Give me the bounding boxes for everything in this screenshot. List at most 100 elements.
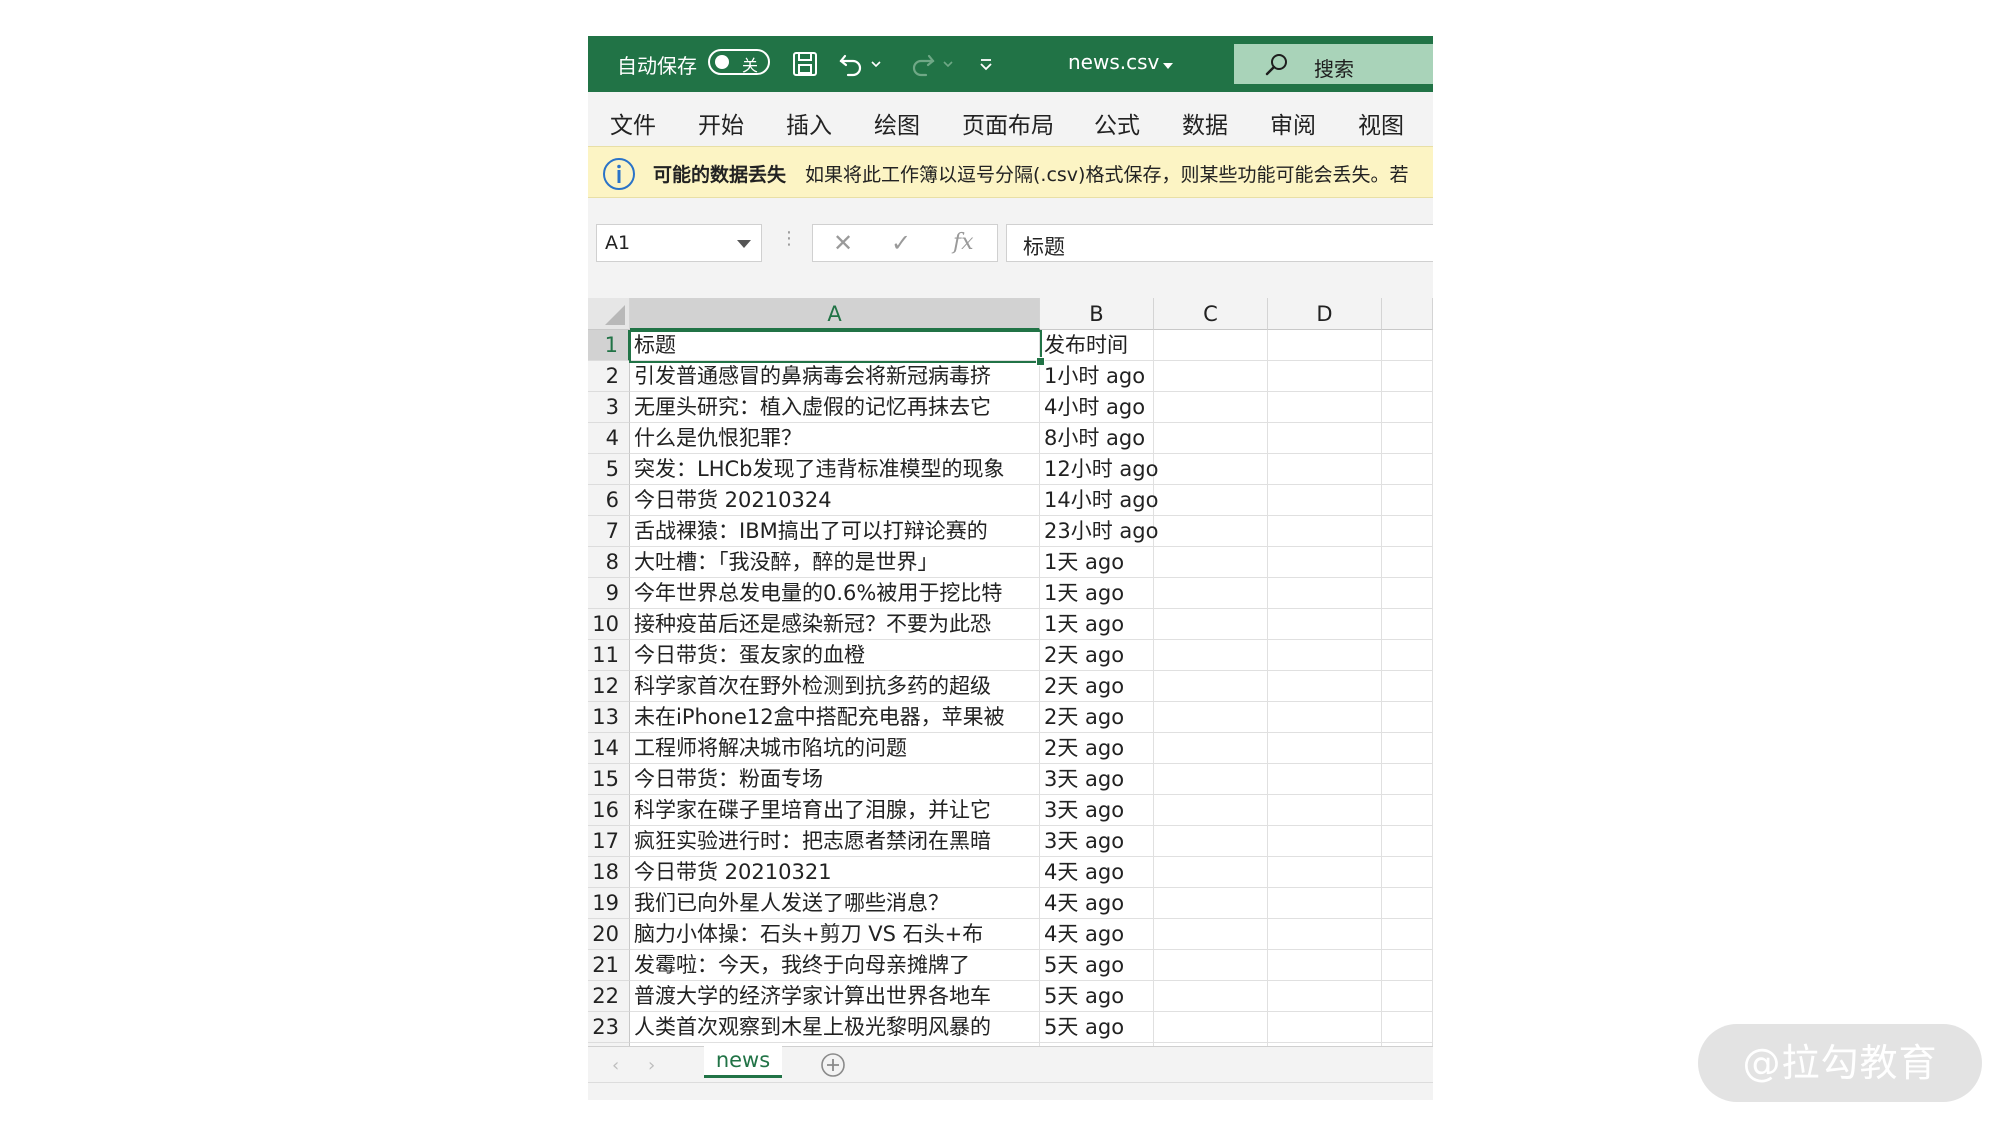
cell-title[interactable]: 今日带货：粉面专场 — [630, 764, 1040, 795]
cell-title[interactable]: 大吐槽：「我没醉，醉的是世界」 — [630, 547, 1040, 578]
row-header[interactable]: 19 — [588, 888, 630, 919]
row-header[interactable]: 16 — [588, 795, 630, 826]
empty-cell[interactable] — [1154, 702, 1268, 733]
cell-publish-time[interactable]: 8小时 ago — [1040, 423, 1154, 454]
redo-icon[interactable] — [906, 46, 940, 82]
cell-title[interactable]: 人类首次观察到木星上极光黎明风暴的 — [630, 1012, 1040, 1043]
empty-cell[interactable] — [1268, 609, 1382, 640]
empty-cell[interactable] — [1268, 330, 1382, 361]
cell-publish-time[interactable]: 4天 ago — [1040, 857, 1154, 888]
cell-title[interactable]: 今日带货 20210321 — [630, 857, 1040, 888]
cell-publish-time[interactable]: 4小时 ago — [1040, 392, 1154, 423]
undo-icon[interactable] — [834, 46, 868, 82]
next-sheet-icon[interactable]: › — [648, 1055, 655, 1076]
column-header-a[interactable]: A — [630, 298, 1040, 330]
row-header[interactable]: 9 — [588, 578, 630, 609]
empty-cell[interactable] — [1382, 330, 1433, 361]
empty-cell[interactable] — [1268, 764, 1382, 795]
empty-cell[interactable] — [1154, 733, 1268, 764]
empty-cell[interactable] — [1268, 578, 1382, 609]
cell-publish-time[interactable]: 5天 ago — [1040, 1043, 1154, 1046]
row-header[interactable]: 21 — [588, 950, 630, 981]
empty-cell[interactable] — [1382, 423, 1433, 454]
empty-cell[interactable] — [1382, 795, 1433, 826]
row-header[interactable]: 4 — [588, 423, 630, 454]
tab-formulas[interactable]: 公式 — [1094, 106, 1140, 140]
row-header[interactable]: 13 — [588, 702, 630, 733]
empty-cell[interactable] — [1382, 702, 1433, 733]
row-header[interactable]: 23 — [588, 1012, 630, 1043]
tab-home[interactable]: 开始 — [698, 106, 744, 140]
add-sheet-icon[interactable] — [820, 1052, 846, 1082]
row-header[interactable]: 11 — [588, 640, 630, 671]
empty-cell[interactable] — [1154, 547, 1268, 578]
row-header[interactable]: 14 — [588, 733, 630, 764]
column-header-b[interactable]: B — [1040, 298, 1154, 330]
empty-cell[interactable] — [1382, 919, 1433, 950]
cell-title[interactable]: 普渡大学的经济学家计算出世界各地车 — [630, 981, 1040, 1012]
row-header[interactable]: 3 — [588, 392, 630, 423]
cell-publish-time[interactable]: 2天 ago — [1040, 640, 1154, 671]
empty-cell[interactable] — [1268, 392, 1382, 423]
tab-draw[interactable]: 绘图 — [874, 106, 920, 140]
empty-cell[interactable] — [1382, 547, 1433, 578]
empty-cell[interactable] — [1154, 764, 1268, 795]
empty-cell[interactable] — [1154, 888, 1268, 919]
enter-icon[interactable]: ✓ — [891, 229, 911, 257]
empty-cell[interactable] — [1154, 857, 1268, 888]
cancel-icon[interactable]: ✕ — [833, 229, 853, 257]
row-header[interactable]: 22 — [588, 981, 630, 1012]
empty-cell[interactable] — [1382, 764, 1433, 795]
empty-cell[interactable] — [1154, 795, 1268, 826]
empty-cell[interactable] — [1268, 485, 1382, 516]
row-header[interactable]: 6 — [588, 485, 630, 516]
cell-publish-time[interactable]: 14小时 ago — [1040, 485, 1158, 516]
column-header-d[interactable]: D — [1268, 298, 1382, 330]
empty-cell[interactable] — [1154, 981, 1268, 1012]
cell-title[interactable]: 工程师将解决城市陷坑的问题 — [630, 733, 1040, 764]
empty-cell[interactable] — [1268, 826, 1382, 857]
empty-cell[interactable] — [1154, 516, 1268, 547]
file-name[interactable]: news.csv — [1068, 50, 1159, 74]
empty-cell[interactable] — [1154, 1012, 1268, 1043]
name-box-dropdown-icon[interactable] — [737, 240, 751, 248]
row-header[interactable]: 7 — [588, 516, 630, 547]
empty-cell[interactable] — [1268, 981, 1382, 1012]
cell-title[interactable]: 发霉啦：今天，我终于向母亲摊牌了 — [630, 950, 1040, 981]
cell-publish-time[interactable]: 4天 ago — [1040, 919, 1154, 950]
empty-cell[interactable] — [1154, 671, 1268, 702]
empty-cell[interactable] — [1154, 640, 1268, 671]
row-header[interactable]: 15 — [588, 764, 630, 795]
cell-title[interactable]: 疯狂实验进行时：把志愿者禁闭在黑暗 — [630, 826, 1040, 857]
cell-title[interactable]: 什么是仇恨犯罪？ — [630, 423, 1040, 454]
empty-cell[interactable] — [1268, 919, 1382, 950]
row-header[interactable]: 1 — [588, 330, 630, 361]
cell-publish-time[interactable]: 5天 ago — [1040, 981, 1154, 1012]
select-all-button[interactable] — [588, 298, 630, 330]
empty-cell[interactable] — [1382, 733, 1433, 764]
customize-toolbar-icon[interactable] — [974, 46, 998, 82]
column-header-c[interactable]: C — [1154, 298, 1268, 330]
cell-publish-time[interactable]: 3天 ago — [1040, 826, 1154, 857]
cell-publish-time[interactable]: 1天 ago — [1040, 578, 1154, 609]
empty-cell[interactable] — [1154, 609, 1268, 640]
empty-cell[interactable] — [1154, 392, 1268, 423]
cell-publish-time[interactable]: 1小时 ago — [1040, 361, 1154, 392]
row-header[interactable]: 20 — [588, 919, 630, 950]
autosave-toggle[interactable]: 关 — [708, 49, 770, 75]
tab-view[interactable]: 视图 — [1358, 106, 1404, 140]
cell-title[interactable]: 科学家在碟子里培育出了泪腺，并让它 — [630, 795, 1040, 826]
empty-cell[interactable] — [1382, 361, 1433, 392]
name-box[interactable]: A1 — [596, 224, 762, 262]
tab-file[interactable]: 文件 — [610, 106, 656, 140]
row-header[interactable]: 8 — [588, 547, 630, 578]
empty-cell[interactable] — [1268, 1012, 1382, 1043]
empty-cell[interactable] — [1154, 950, 1268, 981]
tab-page-layout[interactable]: 页面布局 — [962, 106, 1054, 140]
cell-title[interactable]: 无厘头研究：植入虚假的记忆再抹去它 — [630, 392, 1040, 423]
cell-title[interactable]: 突发：LHCb发现了违背标准模型的现象 — [630, 454, 1040, 485]
cell-publish-time[interactable]: 4天 ago — [1040, 888, 1154, 919]
cell-title[interactable]: 科学家首次在野外检测到抗多药的超级 — [630, 671, 1040, 702]
empty-cell[interactable] — [1382, 1012, 1433, 1043]
empty-cell[interactable] — [1268, 454, 1382, 485]
